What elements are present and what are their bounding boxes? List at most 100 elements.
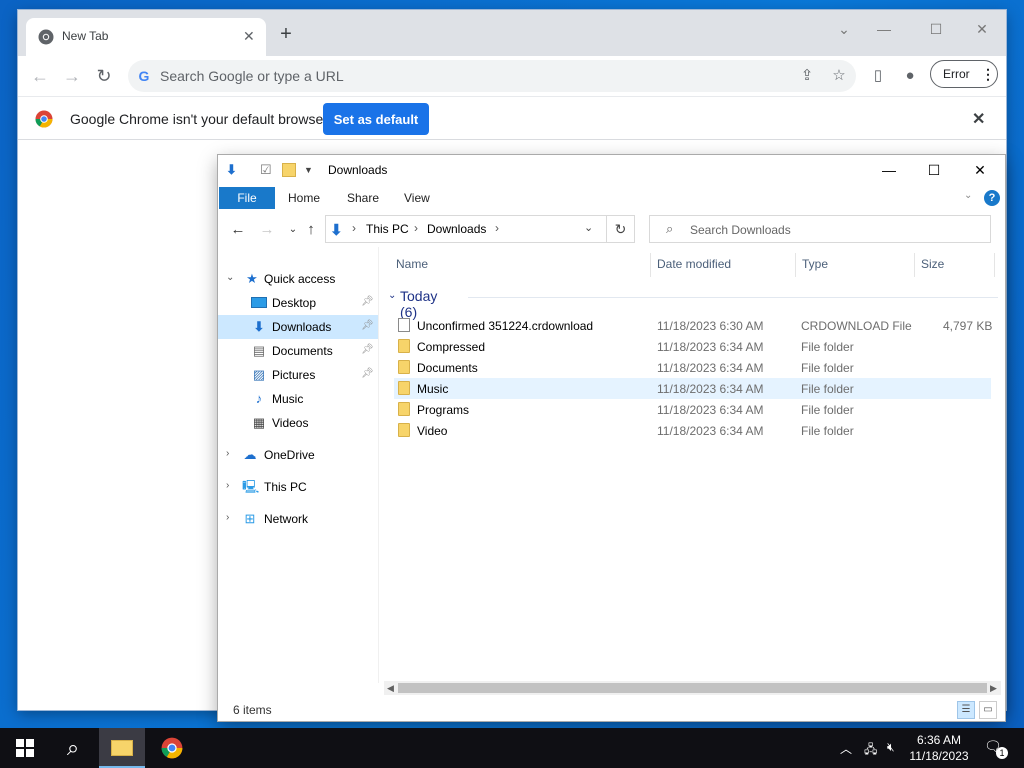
volume-muted-icon[interactable]: 🔇︎ — [887, 740, 895, 755]
pin-icon[interactable]: 📌︎ — [361, 320, 374, 331]
pane-divider[interactable] — [378, 247, 379, 683]
search-box[interactable]: ⌕ — [649, 215, 991, 243]
side-panel-icon[interactable]: ▯ — [867, 65, 889, 87]
column-header-size[interactable]: Size — [921, 257, 944, 271]
column-divider[interactable] — [650, 253, 651, 277]
column-header-type[interactable]: Type — [802, 257, 828, 271]
pin-icon[interactable]: 📌︎ — [361, 344, 374, 355]
ribbon-tabs: File Home Share View ⌄ ? — [218, 187, 1005, 209]
file-type: File folder — [801, 382, 854, 396]
help-icon[interactable]: ? — [984, 190, 1000, 206]
bookmark-star-icon[interactable]: ☆ — [828, 65, 850, 87]
omnibox-input[interactable] — [160, 67, 780, 85]
customize-toolbar-icon[interactable]: ▼ — [304, 162, 313, 178]
show-hidden-icons-icon[interactable]: ︿ — [840, 740, 852, 757]
nav-this-pc[interactable]: › 🖳︎ This PC — [218, 475, 378, 499]
pictures-icon: ▨ — [252, 367, 266, 382]
share-icon[interactable]: ⇪ — [796, 65, 818, 87]
file-row[interactable]: Documents 11/18/2023 6:34 AM File folder — [394, 357, 991, 378]
scroll-right-icon[interactable]: ▶ — [990, 681, 997, 695]
expand-chevron-icon[interactable]: › — [226, 448, 229, 459]
reload-icon[interactable]: ↻ — [92, 64, 116, 88]
infobar-close-icon[interactable]: ✕ — [972, 109, 985, 129]
breadcrumb-this-pc[interactable]: This PC — [366, 222, 409, 236]
nav-downloads[interactable]: ⬇ Downloads 📌︎ — [218, 315, 378, 339]
new-tab-button[interactable]: + — [276, 24, 296, 44]
column-divider[interactable] — [994, 253, 995, 277]
nav-onedrive[interactable]: › ☁ OneDrive — [218, 443, 378, 467]
ribbon-tab-share[interactable]: Share — [347, 191, 379, 205]
explorer-minimize-button[interactable]: — — [874, 159, 904, 181]
search-downloads-input[interactable] — [690, 222, 980, 238]
network-status-icon[interactable]: 🖧︎ — [864, 740, 877, 761]
scrollbar-thumb[interactable] — [398, 683, 987, 693]
maximize-button[interactable]: ☐ — [918, 16, 954, 42]
address-bar[interactable]: ⬇ › This PC › Downloads › ⌄ — [325, 215, 607, 243]
file-explorer-taskbar-button[interactable] — [99, 728, 145, 768]
nav-pictures[interactable]: ▨ Pictures 📌︎ — [218, 363, 378, 387]
explorer-close-button[interactable]: ✕ — [965, 159, 995, 181]
nav-quick-access[interactable]: ⌄ ★ Quick access — [218, 267, 378, 291]
close-button[interactable]: ✕ — [964, 16, 1000, 42]
column-divider[interactable] — [914, 253, 915, 277]
file-row[interactable]: Video 11/18/2023 6:34 AM File folder — [394, 420, 991, 441]
expand-chevron-icon[interactable]: › — [226, 480, 229, 491]
pin-icon[interactable]: 📌︎ — [361, 368, 374, 379]
nav-documents[interactable]: ▤ Documents 📌︎ — [218, 339, 378, 363]
scroll-left-icon[interactable]: ◀ — [387, 681, 394, 695]
file-icon — [398, 318, 410, 332]
group-collapse-icon[interactable]: ⌄ — [388, 290, 396, 301]
column-header-date-modified[interactable]: Date modified — [657, 257, 731, 271]
start-button[interactable] — [2, 728, 48, 768]
menu-dots-icon[interactable]: ⋮ — [981, 66, 995, 82]
expand-ribbon-icon[interactable]: ⌄ — [964, 190, 972, 201]
recent-locations-icon[interactable]: ⌄ — [284, 221, 302, 239]
taskbar-clock[interactable]: 6:36 AM 11/18/2023 — [904, 732, 974, 764]
forward-icon[interactable]: → — [60, 64, 84, 88]
ribbon-tab-home[interactable]: Home — [288, 191, 320, 205]
file-row[interactable]: Music 11/18/2023 6:34 AM File folder — [394, 378, 991, 399]
large-icons-view-icon[interactable]: ▭ — [979, 701, 997, 719]
column-header-name[interactable]: Name — [396, 257, 428, 271]
ribbon-tab-file[interactable]: File — [219, 187, 275, 209]
file-row[interactable]: Compressed 11/18/2023 6:34 AM File folder — [394, 336, 991, 357]
profile-avatar-icon[interactable]: ● — [899, 65, 921, 87]
details-view-icon[interactable]: ☰ — [957, 701, 975, 719]
collapse-chevron-icon[interactable]: ⌄ — [226, 272, 234, 283]
expand-chevron-icon[interactable]: › — [226, 512, 229, 523]
folder-icon — [111, 740, 133, 756]
nav-music[interactable]: ♪ Music — [218, 387, 378, 411]
refresh-button[interactable]: ↻ — [607, 215, 635, 243]
back-icon[interactable]: ← — [28, 64, 52, 88]
chrome-taskbar-button[interactable] — [149, 728, 195, 768]
nav-videos[interactable]: ▦ Videos — [218, 411, 378, 435]
nav-desktop[interactable]: Desktop 📌︎ — [218, 291, 378, 315]
minimize-button[interactable]: — — [866, 16, 902, 42]
nav-network[interactable]: › ⊞ Network — [218, 507, 378, 531]
horizontal-scrollbar[interactable]: ◀ ▶ — [384, 681, 1001, 695]
up-folder-icon[interactable]: ↑ — [302, 221, 320, 239]
explorer-back-icon[interactable]: ← — [229, 221, 247, 239]
properties-icon[interactable]: ☑ — [260, 162, 272, 178]
file-row[interactable]: Unconfirmed 351224.crdownload 11/18/2023 … — [394, 315, 992, 336]
breadcrumb-separator-icon[interactable]: › — [495, 221, 499, 235]
tab-search-icon[interactable]: ⌄ — [826, 16, 862, 42]
tab-close-icon[interactable]: ✕ — [243, 28, 255, 45]
breadcrumb-downloads[interactable]: Downloads — [427, 222, 486, 236]
column-divider[interactable] — [795, 253, 796, 277]
file-type: File folder — [801, 340, 854, 354]
ribbon-tab-view[interactable]: View — [404, 191, 430, 205]
profile-error-button[interactable]: Error ⋮ — [930, 60, 998, 88]
address-dropdown-icon[interactable]: ⌄ — [584, 221, 593, 234]
omnibox[interactable]: G ⇪ ☆ — [128, 60, 856, 92]
explorer-maximize-button[interactable]: ☐ — [919, 159, 949, 181]
breadcrumb-separator-icon[interactable]: › — [352, 221, 356, 235]
tab-new-tab[interactable]: New Tab ✕ — [26, 18, 266, 56]
new-folder-icon[interactable] — [282, 163, 296, 177]
pin-icon[interactable]: 📌︎ — [361, 296, 374, 307]
explorer-forward-icon[interactable]: → — [258, 221, 276, 239]
file-row[interactable]: Programs 11/18/2023 6:34 AM File folder — [394, 399, 991, 420]
breadcrumb-separator-icon[interactable]: › — [414, 221, 418, 235]
set-as-default-button[interactable]: Set as default — [323, 103, 429, 135]
search-taskbar-icon[interactable]: ⌕ — [50, 728, 96, 768]
